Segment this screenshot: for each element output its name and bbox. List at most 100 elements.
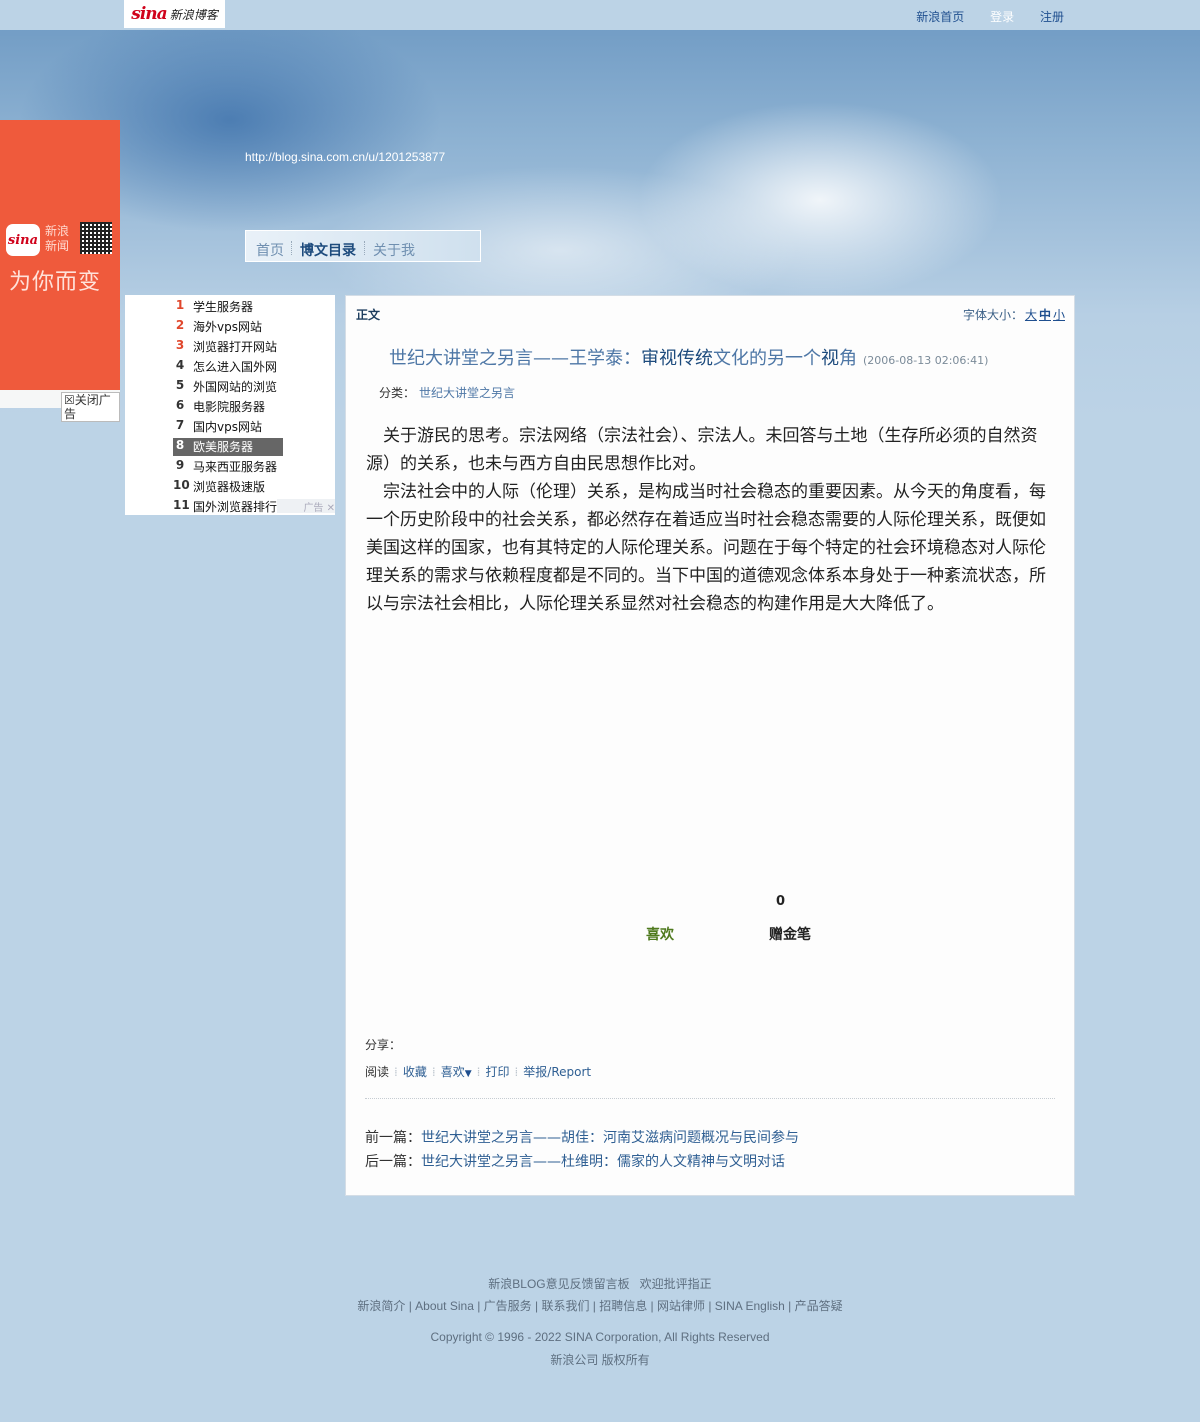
ranking-number: 3 xyxy=(175,338,185,352)
font-size-label: 字体大小： xyxy=(962,308,1023,322)
qr-code-icon xyxy=(80,222,112,254)
logo-text: 新浪博客 xyxy=(169,7,218,22)
ranking-text: 马来西亚服务器 xyxy=(193,460,278,474)
blog-nav: 首页 博文目录 关于我 xyxy=(245,230,481,262)
sina-app-icon: sina xyxy=(6,224,40,256)
prev-label: 前一篇： xyxy=(365,1130,421,1146)
nav-divider xyxy=(364,241,365,255)
title-segment: 角 xyxy=(839,348,857,369)
login-link[interactable]: 登录 xyxy=(990,10,1014,24)
category-link[interactable]: 世纪大讲堂之另言 xyxy=(419,386,515,400)
ranking-number: 11 xyxy=(173,498,190,512)
paragraph: 宗法社会中的人际（伦理）关系，是构成当时社会稳态的重要因素。从今天的角度看，每一… xyxy=(366,482,1046,614)
ranking-item[interactable]: 8 欧美服务器 xyxy=(173,438,335,456)
ranking-text: 欧美服务器 xyxy=(193,440,254,454)
nav-about[interactable]: 关于我 xyxy=(373,240,415,260)
ranking-item[interactable]: 9 马来西亚服务器 xyxy=(173,458,335,476)
article-title: 世纪大讲堂之另言——王学泰：审视传统文化的另一个视角 (2006-08-13 02… xyxy=(389,344,988,370)
article-actions: 阅读 ⁞ 收藏 ⁞ 喜欢▼ ⁞ 打印 ⁞ 举报/Report xyxy=(365,1065,592,1079)
sina-blog-logo[interactable]: sina 新浪博客 xyxy=(124,0,225,28)
title-segment: 文化的另一个 xyxy=(713,348,821,369)
ranking-item[interactable]: 6 电影院服务器 xyxy=(173,398,335,416)
footer-links[interactable]: 新浪简介 | About Sina | 广告服务 | 联系我们 | 招聘信息 |… xyxy=(0,1297,1200,1314)
font-size-large[interactable]: 大 xyxy=(1025,308,1037,322)
title-segment: 视 xyxy=(821,348,839,369)
prev-article-link[interactable]: 世纪大讲堂之另言——胡佳：河南艾滋病问题概况与民间参与 xyxy=(421,1130,799,1146)
rights-text: 新浪公司 版权所有 xyxy=(550,1353,650,1367)
like-menu-link[interactable]: 喜欢▼ xyxy=(441,1065,472,1079)
share-label: 分享： xyxy=(365,1038,402,1052)
left-floating-ad: sina 新浪新闻 为你而变 ☒关闭广告 xyxy=(0,120,120,422)
top-links: 新浪首页 登录 注册 xyxy=(894,8,1064,25)
gold-pen-button[interactable]: 赠金笔 xyxy=(769,924,811,944)
nav-home[interactable]: 首页 xyxy=(256,240,284,260)
footer-feedback: 新浪BLOG意见反馈留言板 欢迎批评指正 xyxy=(0,1275,1200,1292)
ad-news-label: 新浪新闻 xyxy=(45,224,70,253)
ranking-item[interactable]: 10 浏览器极速版 xyxy=(173,478,335,496)
sina-logo-mark: sina xyxy=(131,4,167,24)
close-ad-button[interactable]: ☒关闭广告 xyxy=(61,392,120,422)
ranking-text: 浏览器打开网站 xyxy=(193,340,278,354)
nav-divider xyxy=(291,241,292,255)
ranking-number: 1 xyxy=(175,298,185,312)
report-link[interactable]: 举报/Report xyxy=(523,1065,591,1079)
paragraph: 关于游民的思考。宗法网络（宗法社会）、宗法人。未回答与土地（生存所必须的自然资源… xyxy=(366,426,1038,474)
ranking-item[interactable]: 5 外国网站的浏览 xyxy=(173,378,335,396)
ranking-item[interactable]: 2 海外vps网站 xyxy=(173,318,335,336)
ranking-item[interactable]: 1 学生服务器 xyxy=(173,298,335,316)
ranking-number: 6 xyxy=(175,398,185,412)
ranking-text: 浏览器极速版 xyxy=(193,480,266,494)
article-time: (2006-08-13 02:06:41) xyxy=(863,354,989,367)
font-size-medium[interactable]: 中 xyxy=(1039,308,1051,322)
ranking-number: 2 xyxy=(175,318,185,332)
title-segment: 审视传统 xyxy=(641,348,713,369)
ranking-item[interactable]: 7 国内vps网站 xyxy=(173,418,335,436)
ranking-item[interactable]: 3 浏览器打开网站 xyxy=(173,338,335,356)
ranking-number: 7 xyxy=(175,418,185,432)
ranking-text: 国内vps网站 xyxy=(193,420,262,434)
ranking-text: 外国网站的浏览 xyxy=(193,380,278,394)
ad-banner[interactable]: sina 新浪新闻 为你而变 xyxy=(0,120,120,390)
ranking-text: 海外vps网站 xyxy=(193,320,262,334)
ranking-item[interactable]: 4 怎么进入国外网 xyxy=(173,358,335,376)
ad-tag[interactable]: 广告 ✕ xyxy=(277,499,335,514)
ranking-number: 4 xyxy=(175,358,185,372)
next-label: 后一篇： xyxy=(365,1154,421,1170)
feedback-link[interactable]: 新浪BLOG意见反馈留言板 xyxy=(488,1277,629,1291)
ranking-number: 8 xyxy=(175,438,185,452)
ad-slogan: 为你而变 xyxy=(9,270,102,295)
favorite-link[interactable]: 收藏 xyxy=(403,1065,427,1079)
register-link[interactable]: 注册 xyxy=(1040,10,1064,24)
dropdown-arrow-icon: ▼ xyxy=(464,1069,472,1079)
article-body: 关于游民的思考。宗法网络（宗法社会）、宗法人。未回答与土地（生存所必须的自然资源… xyxy=(366,422,1051,618)
category-label: 分类： xyxy=(379,386,416,400)
nav-article-list[interactable]: 博文目录 xyxy=(300,240,356,260)
prev-article: 前一篇：世纪大讲堂之另言——胡佳：河南艾滋病问题概况与民间参与 xyxy=(365,1127,799,1147)
like-count: 0 xyxy=(776,894,786,909)
sina-home-link[interactable]: 新浪首页 xyxy=(916,10,964,24)
ranking-number: 10 xyxy=(173,478,190,492)
like-button[interactable]: 喜欢 xyxy=(646,924,674,944)
ranking-text: 怎么进入国外网 xyxy=(193,360,278,374)
ranking-text: 学生服务器 xyxy=(193,300,254,314)
ranking-text: 电影院服务器 xyxy=(193,400,266,414)
ranking-text: 国外浏览器排行 xyxy=(193,500,278,514)
print-link[interactable]: 打印 xyxy=(485,1065,509,1079)
font-size-small[interactable]: 小 xyxy=(1053,308,1065,322)
next-article: 后一篇：世纪大讲堂之另言——杜维明：儒家的人文精神与文明对话 xyxy=(365,1151,785,1171)
article-tag: 正文 xyxy=(356,308,381,322)
ranking-number: 9 xyxy=(175,458,185,472)
next-article-link[interactable]: 世纪大讲堂之另言——杜维明：儒家的人文精神与文明对话 xyxy=(421,1154,785,1170)
ranking-number: 5 xyxy=(175,378,185,392)
divider xyxy=(365,1098,1055,1099)
font-size-control: 字体大小：大中小 xyxy=(963,306,1065,323)
welcome-text: 欢迎批评指正 xyxy=(639,1277,712,1291)
read-count-label: 阅读 xyxy=(365,1065,390,1079)
top-bar: sina 新浪博客 新浪首页 登录 注册 xyxy=(0,0,1200,30)
title-segment: 世纪大讲堂之另言——王学泰： xyxy=(389,348,641,369)
blog-url[interactable]: http://blog.sina.com.cn/u/1201253877 xyxy=(245,150,445,164)
copyright: Copyright © 1996 - 2022 SINA Corporation… xyxy=(430,1330,770,1344)
article-category: 分类： 世纪大讲堂之另言 xyxy=(379,384,515,401)
hot-search-ranking: 11 国外浏览器排行 10 浏览器极速版 9 马来西亚服务器 8 欧美服务器 7 国内vps网站 6… xyxy=(125,295,335,515)
article-panel: 正文 字体大小：大中小 世纪大讲堂之另言——王学泰：审视传统文化的另一个视角 (2… xyxy=(345,295,1075,1196)
